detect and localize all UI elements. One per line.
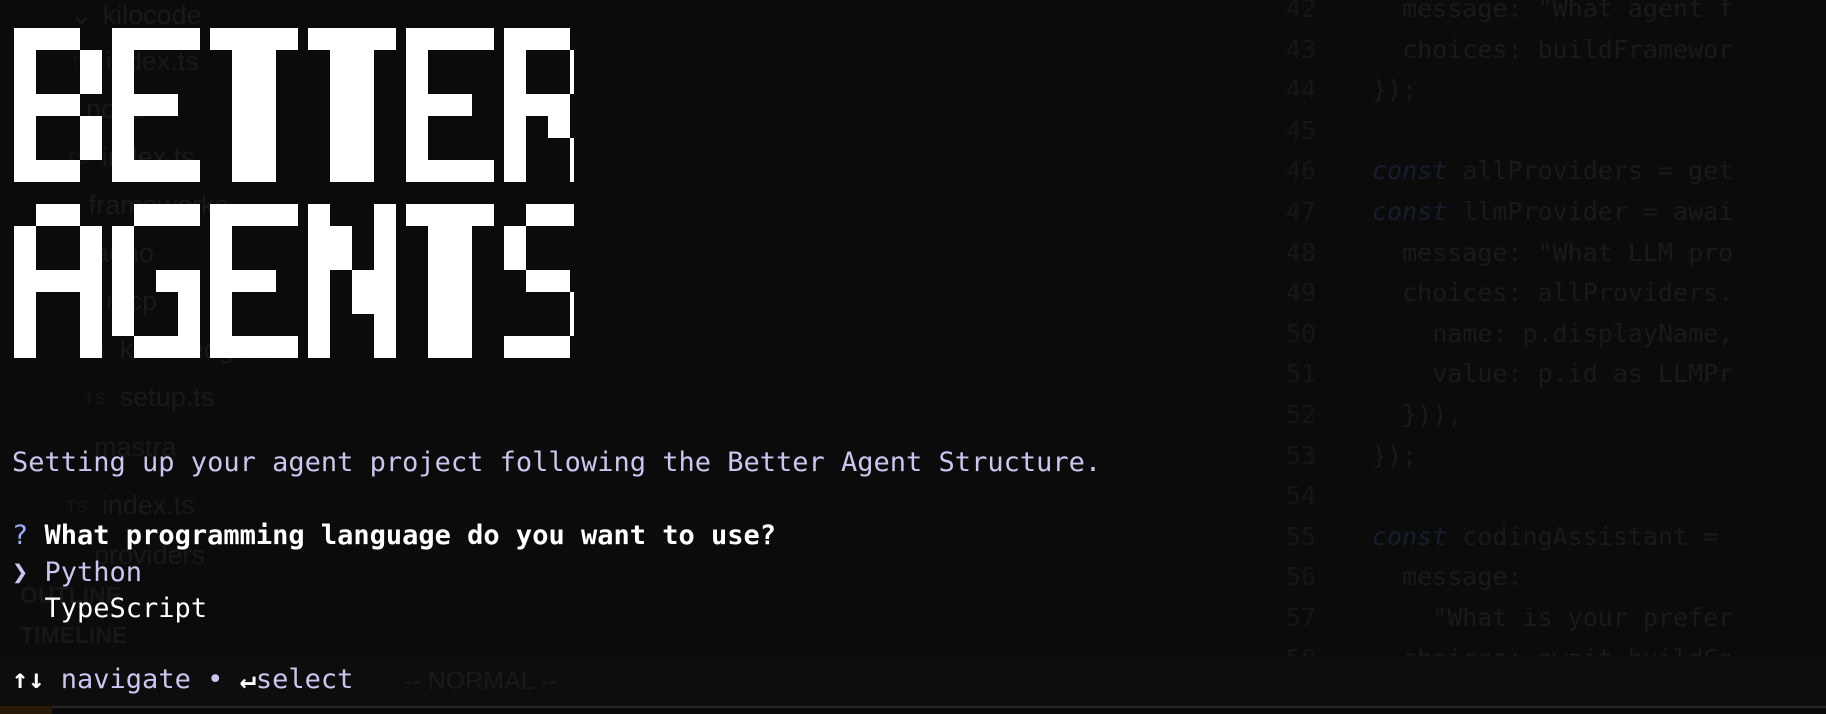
code-line: 49 choices: allProviders. [1250, 278, 1733, 318]
code-text: })), [1372, 400, 1463, 429]
logo-line-better [14, 28, 574, 182]
arrow-keys-icon: ↑↓ [12, 664, 45, 695]
question-text: What programming language do you want to… [44, 520, 777, 551]
code-line: 44}); [1250, 75, 1417, 115]
editor-mode-indicator: -- NORMAL -- [404, 667, 558, 695]
bottom-accent [0, 706, 52, 714]
option-typescript[interactable]: TypeScript [12, 592, 208, 626]
select-label: select [255, 664, 354, 695]
code-text: allProviders = get [1447, 156, 1734, 186]
code-keyword: const [1372, 156, 1448, 186]
code-text: choices: buildFramewor [1372, 34, 1734, 64]
tree-file: TS setup.ts [84, 382, 215, 412]
code-line: 50 name: p.displayName, [1250, 319, 1733, 359]
tree-file: TSindex.ts [66, 490, 195, 520]
code-line: 52 })), [1250, 400, 1462, 440]
line-number: 49 [1285, 278, 1316, 308]
line-number: 50 [1285, 318, 1316, 348]
code-text: codingAssistant = [1447, 521, 1719, 551]
line-number: 47 [1285, 197, 1316, 226]
line-number: 52 [1285, 400, 1316, 429]
code-text: "What is your prefer [1372, 603, 1734, 632]
code-line: 55 const codingAssistant = [1250, 522, 1718, 562]
code-line: 57 "What is your prefer [1250, 603, 1733, 643]
code-text: message: [1372, 562, 1523, 592]
code-line: 43 choices: buildFramewor [1250, 35, 1733, 75]
code-text: message: "What LLM pro [1372, 237, 1734, 267]
selection-cursor-icon: ❯ [12, 557, 29, 588]
keyboard-hint: ↑↓ navigate • ↵select [12, 663, 353, 697]
line-number: 56 [1285, 562, 1316, 592]
line-number: 43 [1285, 34, 1316, 64]
code-text: message: "What agent f [1372, 0, 1734, 23]
enter-key-icon: ↵ [239, 664, 256, 695]
code-line: 42 message: "What agent f [1250, 0, 1733, 34]
option-python[interactable]: ❯ Python [12, 556, 142, 590]
prompt-question: ? What programming language do you want … [12, 519, 776, 553]
code-line: 56 message: [1250, 562, 1523, 602]
line-number: 44 [1285, 75, 1316, 105]
code-keyword: const [1372, 521, 1448, 551]
code-line: 47 const llmProvider = awai [1250, 197, 1733, 237]
line-number: 54 [1285, 481, 1316, 511]
line-number: 46 [1285, 156, 1316, 186]
code-text: }); [1372, 440, 1418, 470]
code-line: 51 value: p.id as LLMPr [1250, 359, 1733, 399]
option-label: Python [44, 557, 143, 588]
code-text: llmProvider = awai [1447, 197, 1734, 226]
logo-pixel-art [14, 28, 574, 358]
logo-line-agents [14, 204, 574, 358]
line-number: 42 [1285, 0, 1316, 23]
better-agents-logo [14, 28, 574, 358]
line-number: 51 [1285, 359, 1316, 389]
line-number: 48 [1285, 237, 1316, 267]
code-line: 54 [1250, 481, 1372, 521]
code-line: 53}); [1250, 441, 1417, 481]
code-text: }); [1372, 75, 1418, 105]
intro-text: Setting up your agent project following … [12, 447, 1102, 478]
code-line: 45 [1250, 116, 1372, 156]
window-bottom-border [0, 706, 1826, 708]
line-number: 45 [1285, 115, 1316, 145]
background-code-editor: 42 message: "What agent f 43 choices: bui… [1250, 0, 1826, 714]
line-number: 53 [1285, 440, 1316, 470]
code-line: 46 const allProviders = get [1250, 156, 1733, 196]
code-text: value: p.id as LLMPr [1372, 359, 1734, 389]
code-line: 48 message: "What LLM pro [1250, 238, 1733, 278]
question-mark-icon: ? [12, 520, 29, 551]
option-label: TypeScript [44, 593, 208, 624]
timeline-section: TIMELINE [20, 622, 128, 648]
line-number: 57 [1285, 603, 1316, 632]
code-keyword: const [1372, 197, 1448, 226]
separator-dot: • [207, 664, 224, 695]
code-text: choices: allProviders. [1372, 278, 1734, 308]
line-number: 55 [1285, 521, 1316, 551]
navigate-label: navigate [60, 664, 191, 695]
code-text: name: p.displayName, [1372, 318, 1734, 348]
tree-folder: ⌄ kilocode [70, 0, 202, 30]
